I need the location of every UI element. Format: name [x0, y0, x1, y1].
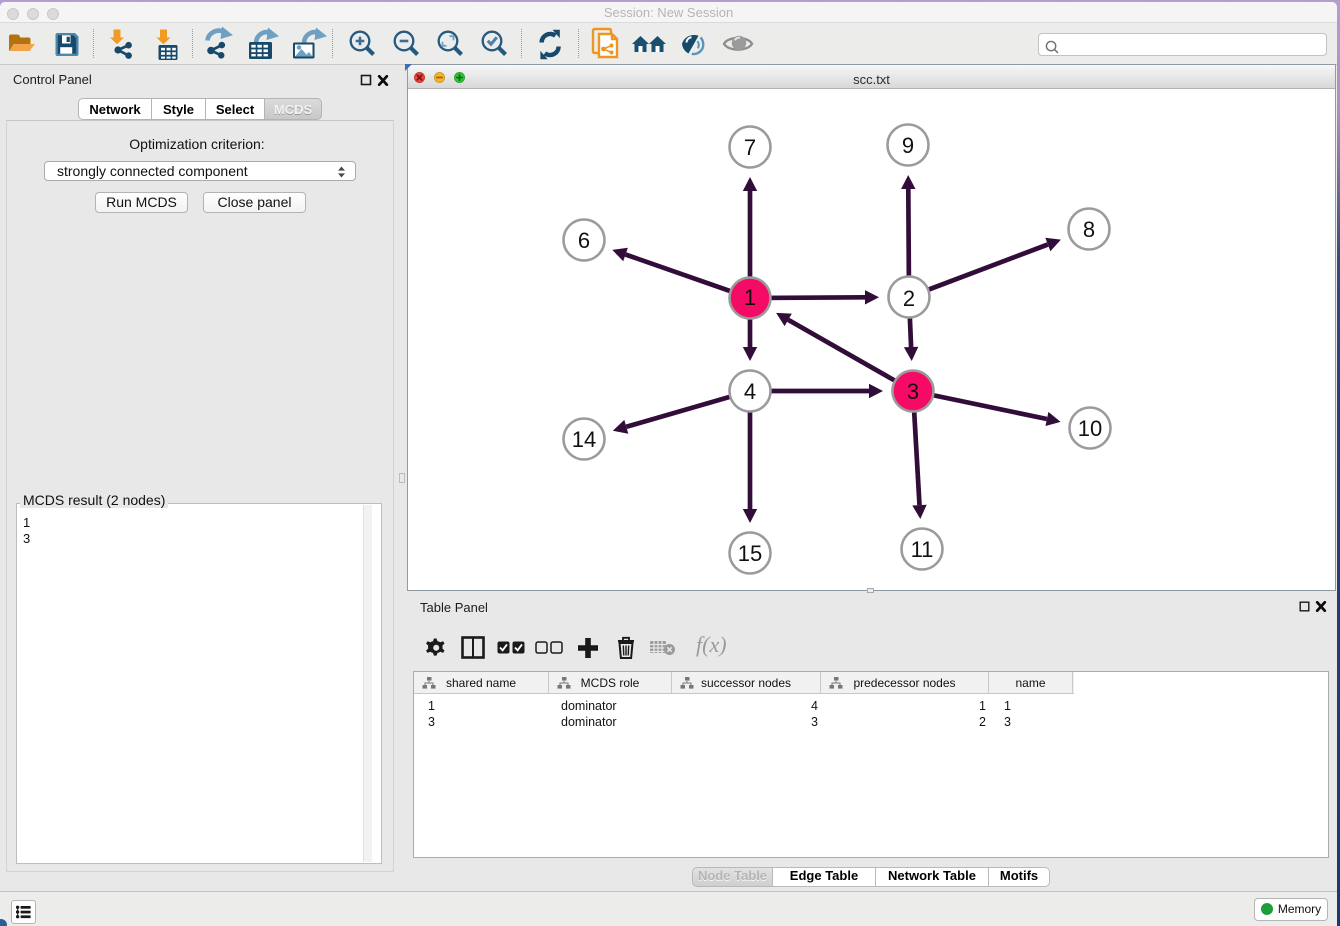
svg-text:1: 1 — [744, 285, 756, 310]
svg-text:10: 10 — [1078, 416, 1102, 441]
svg-text:2: 2 — [903, 286, 915, 311]
svg-text:11: 11 — [911, 537, 934, 562]
svg-text:6: 6 — [578, 228, 590, 253]
svg-text:15: 15 — [738, 541, 762, 566]
svg-text:14: 14 — [572, 427, 596, 452]
svg-text:8: 8 — [1083, 217, 1095, 242]
svg-text:7: 7 — [744, 135, 756, 160]
svg-text:9: 9 — [902, 133, 914, 158]
svg-text:4: 4 — [744, 379, 756, 404]
svg-text:3: 3 — [907, 379, 919, 404]
